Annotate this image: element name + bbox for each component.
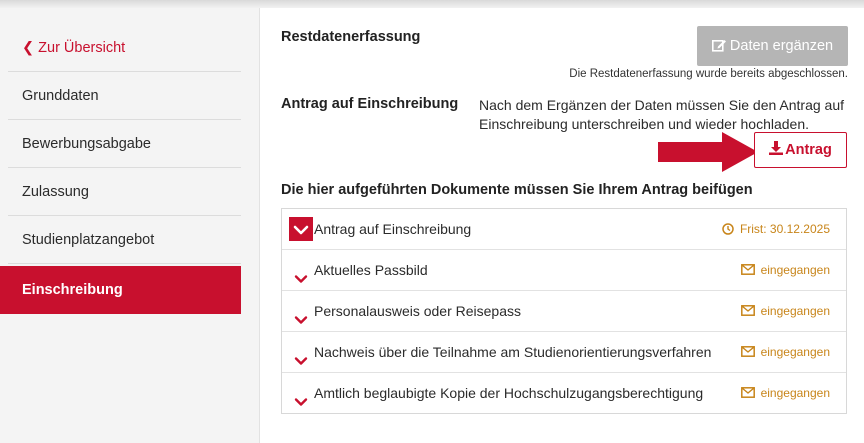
- antrag-button-label: Antrag: [785, 142, 832, 158]
- document-label: Nachweis über die Teilnahme am Studienor…: [314, 344, 712, 360]
- sidebar-item-label: Zur Übersicht: [38, 40, 126, 56]
- document-label: Aktuelles Passbild: [314, 262, 428, 278]
- document-status-text: eingegangen: [760, 304, 830, 318]
- chevron-left-icon: ❮: [22, 40, 35, 56]
- documents-list: Antrag auf Einschreibung Frist: 30.12.20…: [281, 208, 847, 414]
- document-status-text: eingegangen: [760, 386, 830, 400]
- daten-ergaenzen-label: Daten ergänzen: [729, 38, 834, 54]
- top-shadow-bar: [0, 0, 864, 8]
- sidebar-item-einschreibung[interactable]: Einschreibung: [0, 266, 241, 314]
- document-row[interactable]: Antrag auf Einschreibung Frist: 30.12.20…: [282, 209, 846, 250]
- document-row[interactable]: Aktuelles Passbild eingegangen: [282, 250, 846, 291]
- document-status: eingegangen: [740, 291, 830, 331]
- envelope-icon: [740, 264, 755, 276]
- envelope-icon: [740, 387, 755, 399]
- chevron-down-icon[interactable]: [289, 217, 313, 241]
- sidebar-item-label: Einschreibung: [22, 282, 123, 298]
- chevron-down-icon[interactable]: [293, 303, 309, 324]
- edit-icon: [711, 40, 726, 52]
- document-status-text: eingegangen: [760, 263, 830, 277]
- envelope-icon: [740, 305, 755, 317]
- daten-ergaenzen-button[interactable]: Daten ergänzen: [697, 26, 848, 66]
- document-label: Amtlich beglaubigte Kopie der Hochschulz…: [314, 385, 704, 401]
- chevron-down-icon[interactable]: [293, 344, 309, 365]
- document-status: eingegangen: [740, 373, 830, 413]
- document-label: Antrag auf Einschreibung: [314, 221, 472, 237]
- sidebar-item-grunddaten[interactable]: Grunddaten: [8, 72, 241, 120]
- document-row[interactable]: Nachweis über die Teilnahme am Studienor…: [282, 332, 846, 373]
- antrag-download-button[interactable]: Antrag: [754, 132, 847, 168]
- document-status: eingegangen: [740, 332, 830, 372]
- download-icon: [769, 141, 784, 156]
- sidebar-item-label: Grunddaten: [22, 88, 99, 104]
- document-label: Personalausweis oder Reisepass: [314, 303, 521, 319]
- restdaten-title: Restdatenerfassung: [281, 29, 421, 45]
- document-row[interactable]: Personalausweis oder Reisepass eingegang…: [282, 291, 846, 332]
- main-content: Restdatenerfassung Daten ergänzen Die Re…: [281, 8, 864, 443]
- red-arrow-annotation: [658, 132, 758, 172]
- clock-icon: [722, 223, 734, 235]
- antrag-title: Antrag auf Einschreibung: [281, 96, 459, 112]
- sidebar: ❮ Zur Übersicht Grunddaten Bewerbungsabga…: [0, 8, 260, 443]
- document-status-text: eingegangen: [760, 345, 830, 359]
- sidebar-item-zulassung[interactable]: Zulassung: [8, 168, 241, 216]
- sidebar-item-bewerbungsabgabe[interactable]: Bewerbungsabgabe: [8, 120, 241, 168]
- document-status-text: Frist: 30.12.2025: [739, 222, 830, 236]
- document-status: eingegangen: [740, 250, 830, 290]
- chevron-down-icon[interactable]: [293, 385, 309, 406]
- documents-heading: Die hier aufgeführten Dokumente müssen S…: [281, 182, 753, 198]
- sidebar-item-studienplatzangebot[interactable]: Studienplatzangebot: [8, 216, 241, 264]
- sidebar-item-label: Bewerbungsabgabe: [22, 136, 151, 152]
- sidebar-item-label: Studienplatzangebot: [22, 232, 155, 248]
- chevron-down-icon[interactable]: [293, 262, 309, 283]
- sidebar-item-label: Zulassung: [22, 184, 89, 200]
- document-row[interactable]: Amtlich beglaubigte Kopie der Hochschulz…: [282, 373, 846, 413]
- restdaten-note: Die Restdatenerfassung wurde bereits abg…: [569, 68, 848, 80]
- antrag-description: Nach dem Ergänzen der Daten müssen Sie d…: [479, 97, 844, 132]
- sidebar-item-back[interactable]: ❮ Zur Übersicht: [8, 24, 241, 72]
- envelope-icon: [740, 346, 755, 358]
- document-status: Frist: 30.12.2025: [722, 209, 830, 249]
